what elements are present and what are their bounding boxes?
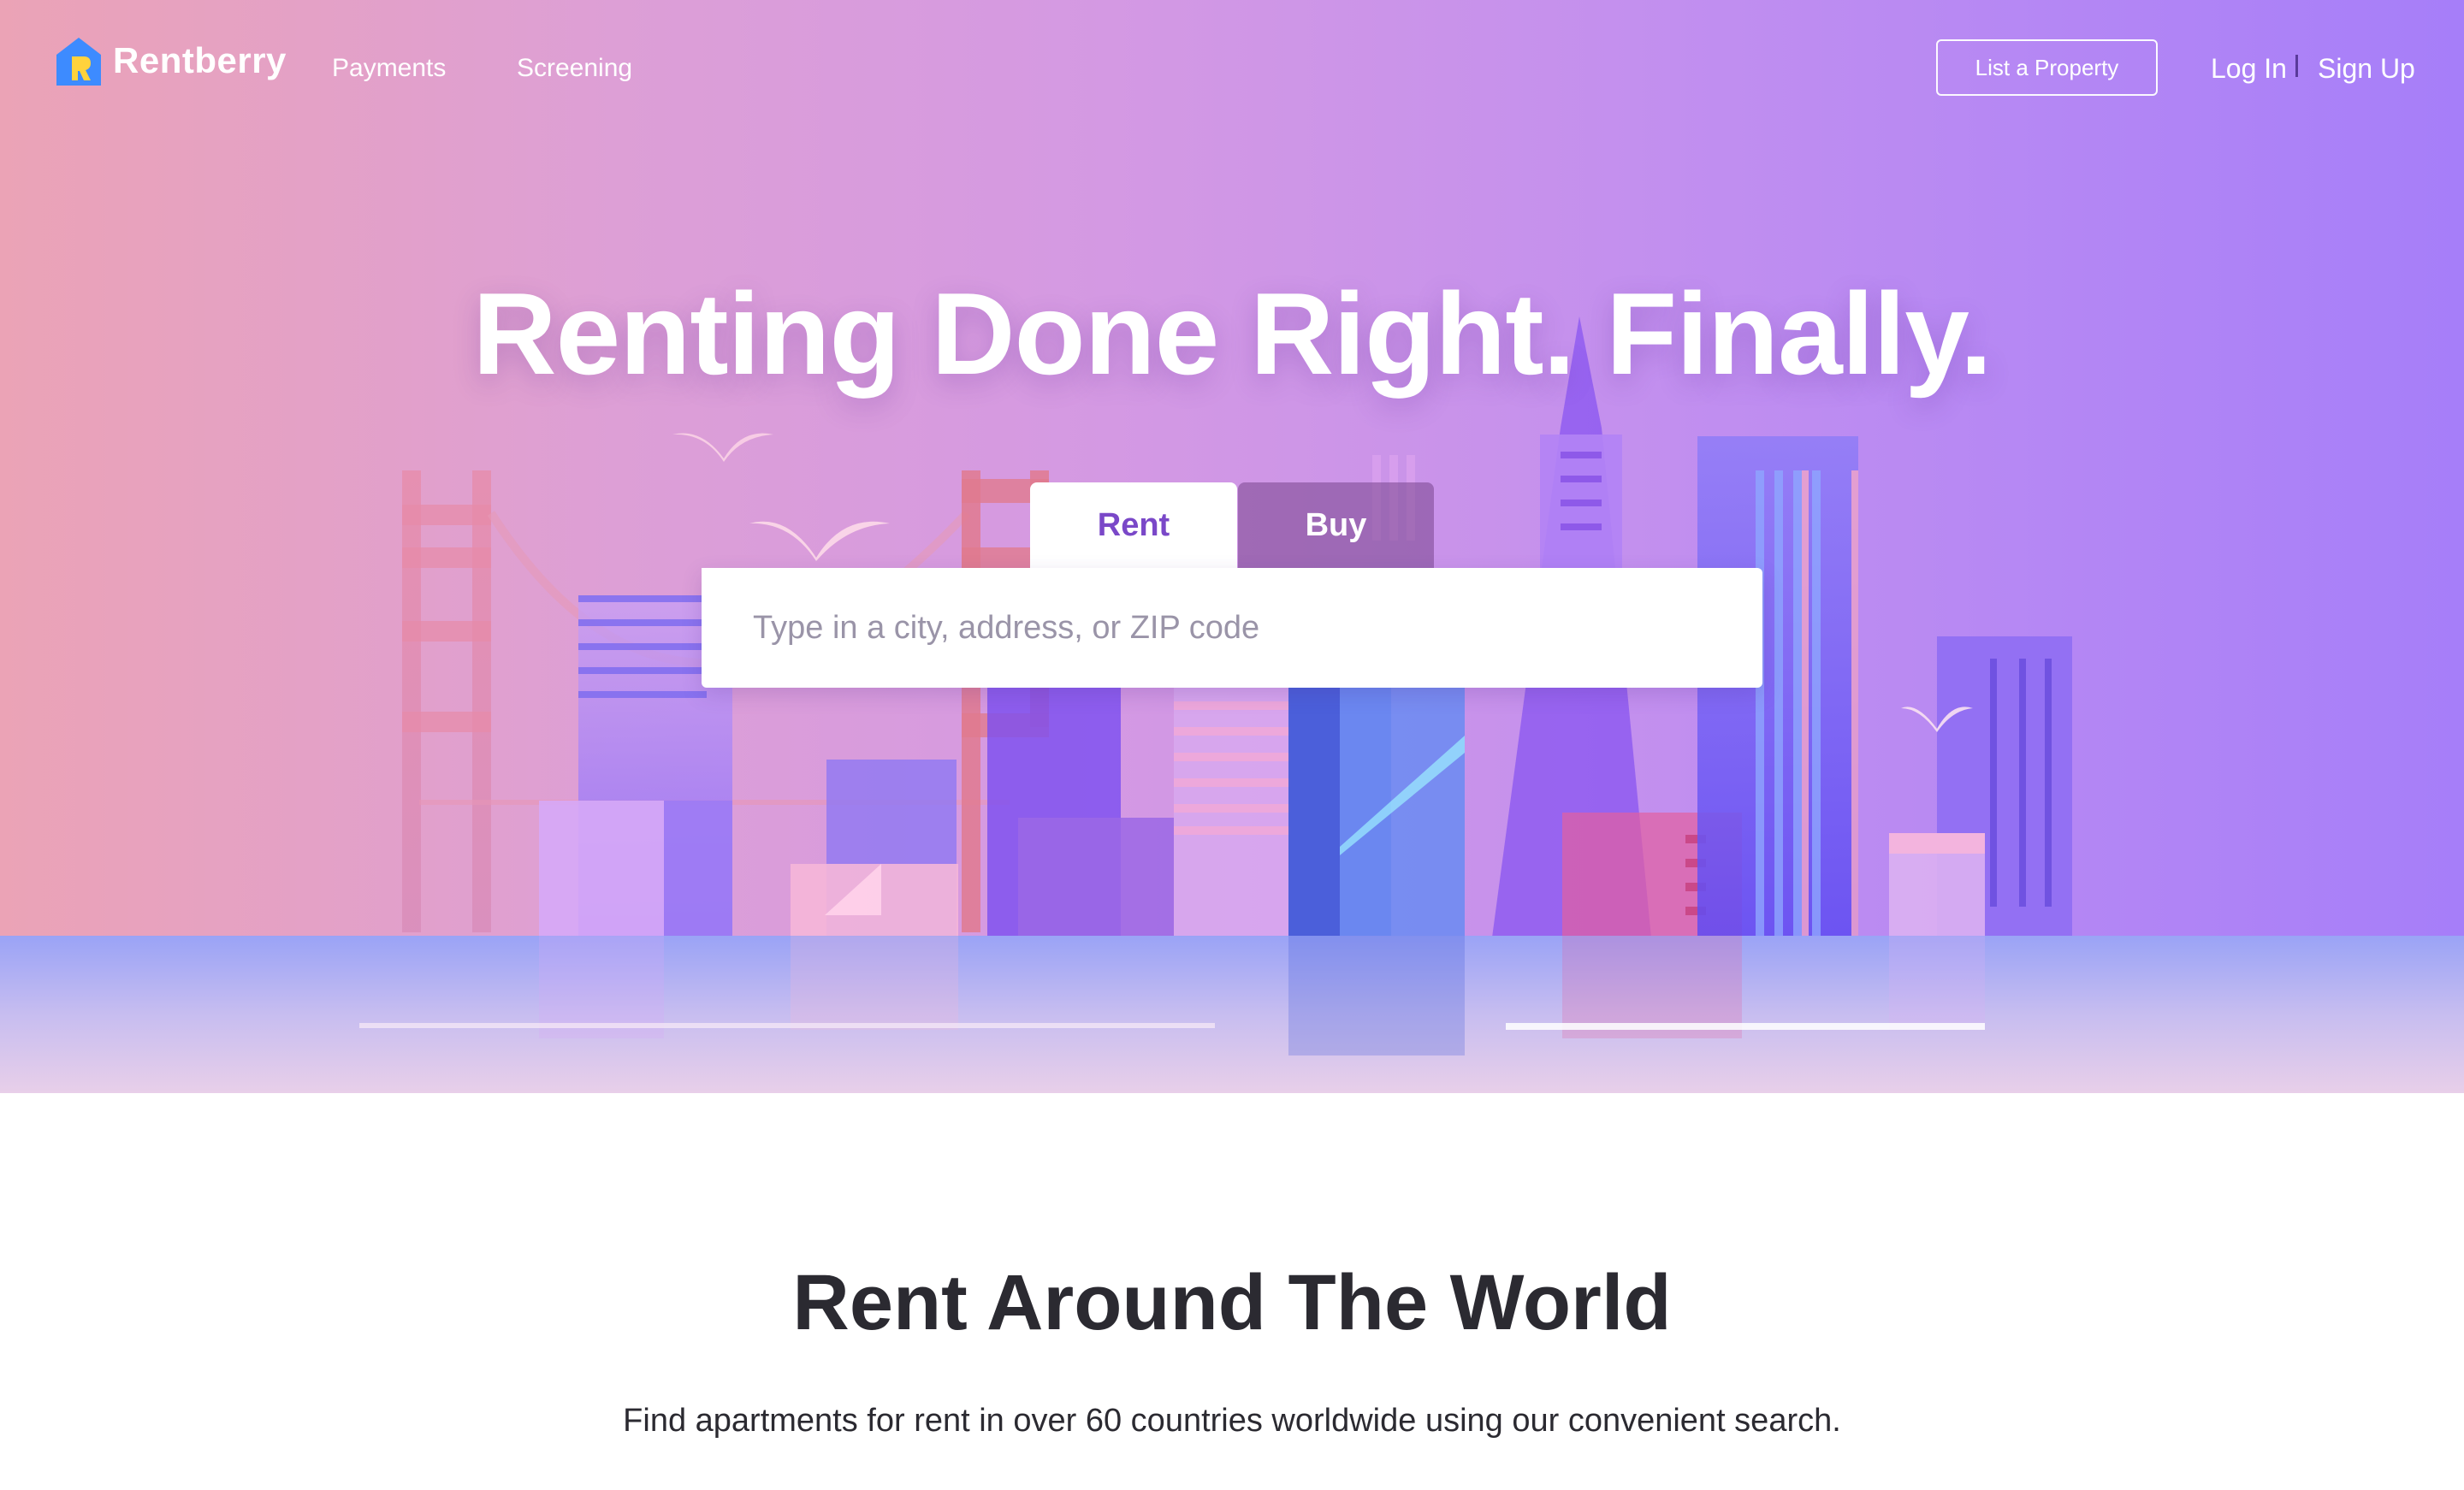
section-subtitle: Find apartments for rent in over 60 coun… [623,1403,1841,1439]
signup-link[interactable]: Sign Up [2318,52,2415,85]
brand-name: Rentberry [113,40,287,80]
location-search-input[interactable] [753,568,1745,688]
top-navigation: Rentberry Payments Screening List a Prop… [0,0,2464,137]
login-link[interactable]: Log In [2211,52,2287,85]
tab-rent[interactable]: Rent [1030,482,1237,568]
section-title: Rent Around The World [792,1259,1672,1346]
hero-banner: Rentberry Payments Screening List a Prop… [0,0,2464,1093]
hero-headline: Renting Done Right. Finally. [472,269,1992,399]
search-box [702,568,1762,688]
rentberry-logo[interactable]: Rentberry [53,36,287,86]
auth-divider [2295,55,2298,77]
list-property-button[interactable]: List a Property [1936,39,2158,96]
tab-buy[interactable]: Buy [1238,482,1434,568]
nav-payments-link[interactable]: Payments [332,53,446,84]
rentberry-logo-icon [56,38,101,86]
nav-screening-link[interactable]: Screening [517,53,632,84]
